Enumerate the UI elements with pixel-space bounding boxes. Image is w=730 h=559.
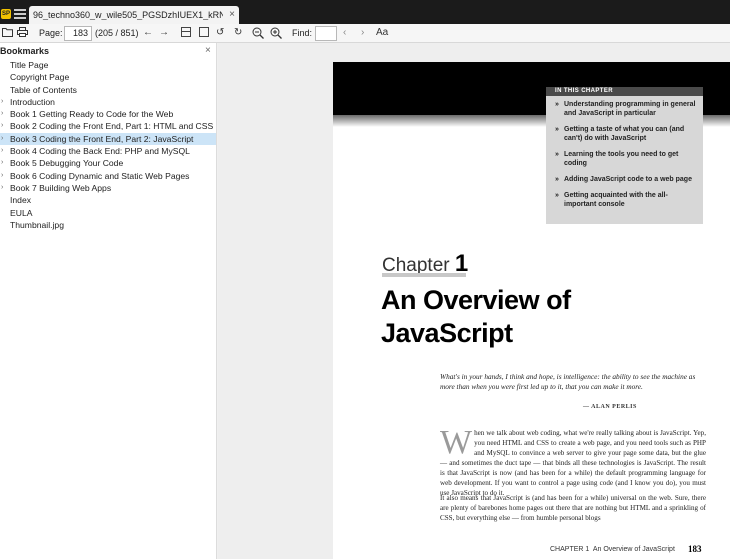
bookmark-label: Book 3 Coding the Front End, Part 2: Jav…: [10, 133, 194, 144]
bullet-icon: »: [555, 176, 559, 183]
expand-arrow-icon[interactable]: ›: [1, 133, 3, 145]
expand-arrow-icon[interactable]: ›: [1, 182, 3, 194]
bookmark-item[interactable]: › Book 6 Coding Dynamic and Static Web Pa…: [0, 170, 216, 182]
bookmark-label: Book 5 Debugging Your Code: [10, 158, 124, 169]
bookmark-label: Index: [10, 195, 32, 206]
zoom-out-icon[interactable]: [252, 27, 264, 43]
chapter-topic-item: » Understanding programming in general an…: [555, 101, 696, 117]
bookmark-item[interactable]: › Introduction: [0, 96, 216, 108]
chapter-box-heading: IN THIS CHAPTER: [555, 88, 614, 94]
bookmark-item[interactable]: Title Page: [0, 59, 216, 71]
toolbar: Page: 183 (205 / 851) ← → ↺ ↻ Find: ‹ › …: [0, 24, 730, 43]
page-number-input[interactable]: 183: [64, 26, 92, 41]
drop-cap: W: [440, 424, 473, 461]
chapter-topic-item: » Getting a taste of what you can (and ca…: [555, 126, 685, 142]
app-logo: SP: [1, 9, 11, 19]
body-paragraph: It also means that JavaScript is (and ha…: [440, 494, 706, 522]
expand-arrow-icon[interactable]: ›: [1, 120, 3, 132]
menu-icon[interactable]: [14, 9, 26, 19]
page-total: (205 / 851): [95, 28, 139, 38]
bookmark-item[interactable]: Thumbnail.jpg: [0, 219, 216, 231]
back-arrow-icon[interactable]: ←: [143, 27, 153, 39]
find-label: Find:: [292, 28, 313, 38]
find-next-icon[interactable]: ›: [361, 27, 364, 39]
expand-arrow-icon[interactable]: ›: [1, 145, 3, 157]
bookmark-item[interactable]: Index: [0, 194, 216, 206]
bookmark-item[interactable]: › Book 4 Coding the Back End: PHP and MyS…: [0, 145, 216, 157]
bullet-icon: »: [555, 126, 559, 133]
bookmark-label: Book 4 Coding the Back End: PHP and MySQ…: [10, 146, 190, 157]
bookmarks-panel: Bookmarks × Title Page Copyright Page Tabl…: [0, 43, 217, 559]
continuous-view-icon[interactable]: [181, 27, 191, 41]
find-previous-icon[interactable]: ‹: [343, 27, 346, 39]
zoom-in-icon[interactable]: [270, 27, 282, 43]
bookmark-list: Title Page Copyright Page Table of Content…: [0, 59, 216, 231]
page-label: Page:: [39, 28, 63, 38]
in-this-chapter-box: IN THIS CHAPTER » Understanding programmi…: [546, 87, 703, 224]
bookmark-label: EULA: [10, 207, 33, 218]
bookmark-label: Book 1 Getting Ready to Code for the Web: [10, 109, 174, 120]
body-paragraph: When we talk about web coding, what we'r…: [440, 424, 706, 498]
page-number: 183: [688, 544, 702, 554]
rotate-right-icon[interactable]: ↻: [234, 27, 242, 39]
bookmark-item[interactable]: Table of Contents: [0, 84, 216, 96]
title-bar: SP 96_techno360_w_wile505_PGSDzhIUEX1_kR…: [0, 0, 730, 24]
close-icon[interactable]: ×: [205, 45, 211, 56]
bookmark-item[interactable]: EULA: [0, 207, 216, 219]
epigraph: What's in your hands, I think and hope, …: [440, 372, 696, 391]
bookmark-label: Book 6 Coding Dynamic and Static Web Pag…: [10, 170, 190, 181]
bullet-icon: »: [555, 151, 559, 158]
expand-arrow-icon[interactable]: ›: [1, 96, 3, 108]
tab-title: 96_techno360_w_wile505_PGSDzhIUEX1_kRNH5…: [33, 10, 223, 20]
open-folder-icon[interactable]: [2, 27, 13, 41]
forward-arrow-icon[interactable]: →: [159, 27, 169, 39]
bookmark-item[interactable]: › Book 5 Debugging Your Code: [0, 157, 216, 169]
find-input[interactable]: [315, 26, 337, 41]
bookmarks-title: Bookmarks: [0, 46, 50, 56]
page-footer: CHAPTER 1 An Overview of JavaScript: [550, 546, 675, 553]
chapter-topic-item: » Learning the tools you need to get codi…: [555, 151, 679, 167]
expand-arrow-icon[interactable]: ›: [1, 170, 3, 182]
chapter-topic-item: » Getting acquainted with the all-importa…: [555, 192, 668, 208]
single-page-icon[interactable]: [199, 27, 209, 41]
bullet-icon: »: [555, 101, 559, 108]
bookmark-item[interactable]: › Book 3 Coding the Front End, Part 2: Ja…: [0, 132, 216, 146]
print-icon[interactable]: [17, 27, 28, 41]
bookmark-label: Thumbnail.jpg: [10, 219, 64, 230]
document-viewport[interactable]: IN THIS CHAPTER » Understanding programmi…: [218, 43, 730, 559]
bookmarks-header: Bookmarks ×: [0, 45, 217, 58]
bookmark-label: Copyright Page: [10, 72, 70, 83]
bookmark-label: Introduction: [10, 96, 55, 107]
chapter-title: An Overview of JavaScript: [381, 285, 571, 348]
expand-arrow-icon[interactable]: ›: [1, 157, 3, 169]
bookmark-item[interactable]: › Book 2 Coding the Front End, Part 1: HT…: [0, 120, 216, 132]
chapter-topic-item: » Adding JavaScript code to a web page: [555, 176, 692, 183]
bookmark-label: Table of Contents: [10, 84, 77, 95]
tab-close-icon[interactable]: ×: [229, 9, 235, 20]
bookmark-label: Title Page: [10, 60, 49, 70]
match-case-toggle[interactable]: Aa: [376, 27, 388, 39]
bookmark-item[interactable]: › Book 7 Building Web Apps: [0, 182, 216, 194]
bullet-icon: »: [555, 192, 559, 199]
expand-arrow-icon[interactable]: ›: [1, 108, 3, 120]
document-page: IN THIS CHAPTER » Understanding programmi…: [333, 62, 730, 559]
epigraph-author: — ALAN PERLIS: [583, 404, 637, 410]
document-tab[interactable]: 96_techno360_w_wile505_PGSDzhIUEX1_kRNH5…: [29, 6, 239, 24]
rotate-left-icon[interactable]: ↺: [216, 27, 224, 39]
bookmark-label: Book 2 Coding the Front End, Part 1: HTM…: [10, 121, 214, 132]
bookmark-label: Book 7 Building Web Apps: [10, 182, 112, 193]
bookmark-item[interactable]: Copyright Page: [0, 71, 216, 83]
bookmark-item[interactable]: › Book 1 Getting Ready to Code for the We…: [0, 108, 216, 120]
